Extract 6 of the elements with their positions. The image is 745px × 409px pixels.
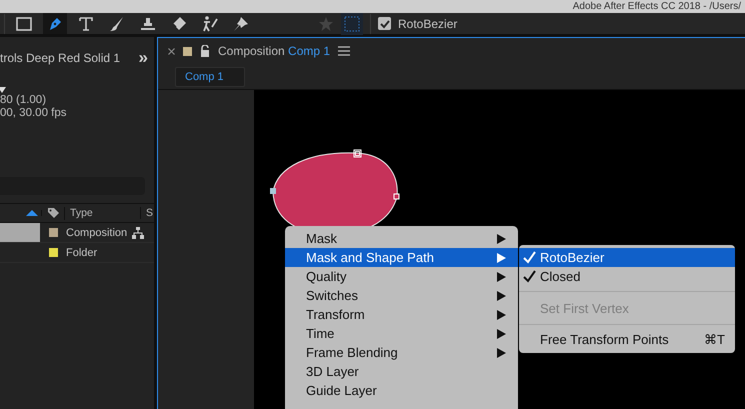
info-text: 00, 30.00 fps	[0, 107, 68, 119]
info-text: 80 (1.00)	[0, 94, 48, 106]
type-cell-text: Composition	[66, 226, 128, 238]
rotobezier-label: RotoBezier	[398, 16, 458, 30]
window-title: Adobe After Effects CC 2018 - /Users/	[572, 0, 741, 12]
type-cell-text: Folder	[66, 246, 98, 258]
